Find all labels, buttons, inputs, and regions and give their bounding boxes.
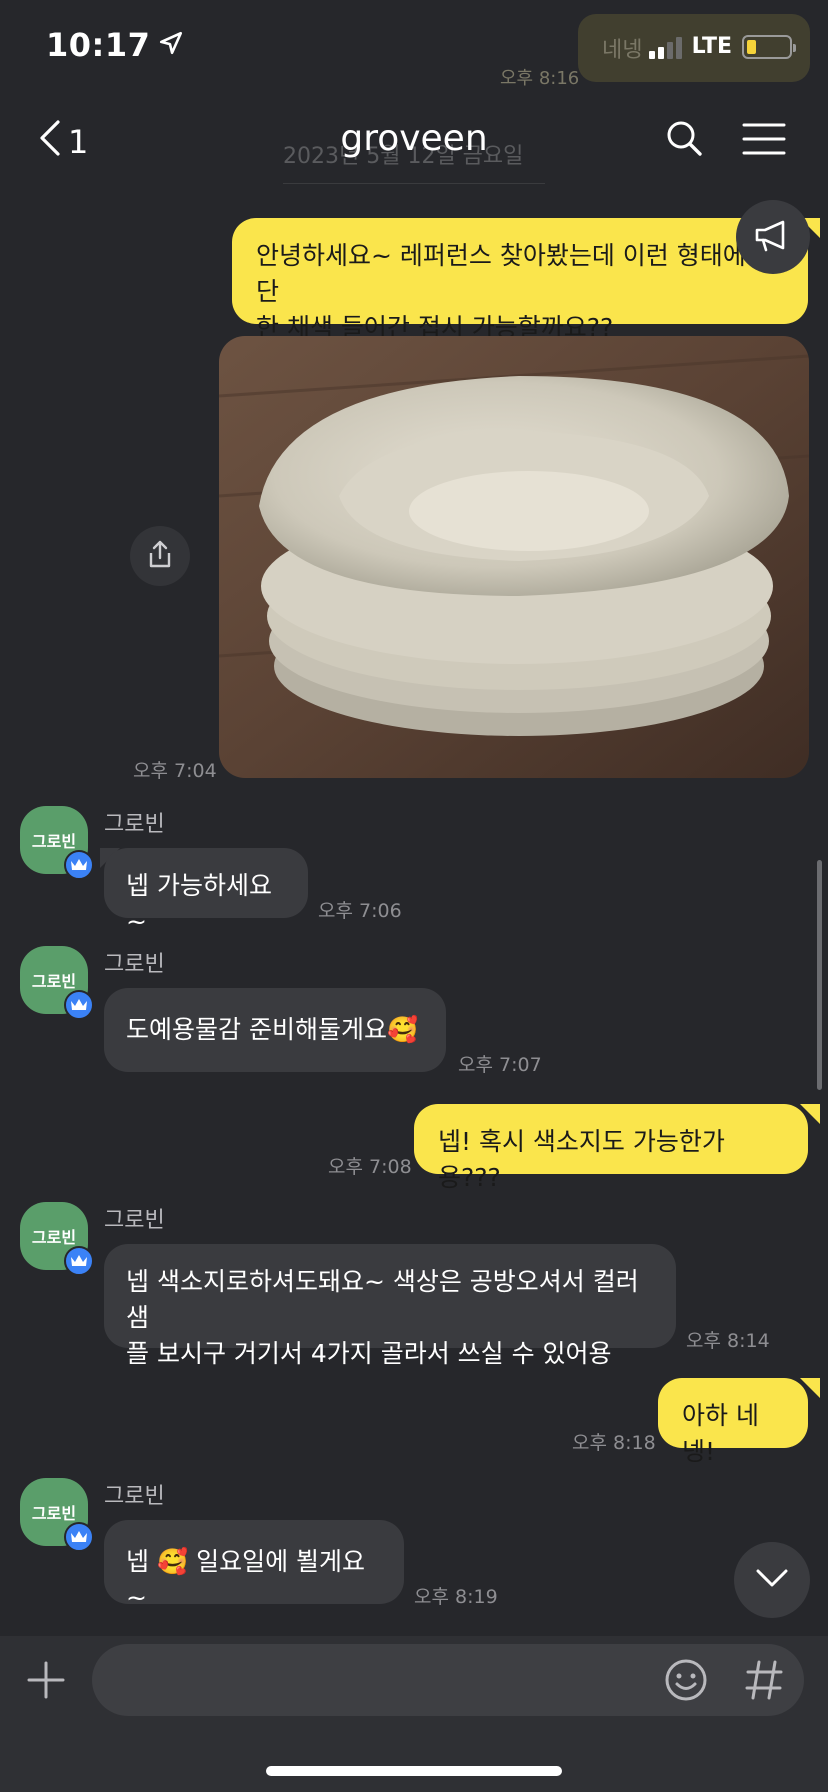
back-chevron-icon — [38, 118, 62, 166]
avatar[interactable]: 그로빈 — [20, 1478, 94, 1552]
smiling-hearts-emoji: 🥰 — [386, 1015, 419, 1044]
share-icon — [146, 539, 174, 573]
message-text: 넵 — [126, 1547, 150, 1576]
hashtag-button[interactable] — [744, 1658, 784, 1706]
megaphone-icon — [753, 218, 793, 256]
message-time: 오후 7:08 — [328, 1156, 412, 1178]
hashtag-icon — [744, 1660, 784, 1706]
avatar-label: 그로빈 — [31, 1504, 77, 1523]
location-arrow-icon — [158, 26, 184, 64]
scrollbar[interactable] — [817, 860, 822, 1090]
status-bar-indicators: LTE — [648, 34, 796, 59]
message-text-line: 안녕하세요~ 레퍼런스 찾아봤는데 이런 형태에 간단 — [256, 241, 777, 306]
sender-name: 그로빈 — [104, 812, 165, 837]
unread-count: 1 — [68, 123, 89, 161]
message-text-line: 플 보시구 거기서 4가지 골라서 쓰실 수 있어용 — [126, 1339, 612, 1368]
other-message-bubble[interactable]: 도예용물감 준비해둘게요🥰 — [104, 988, 446, 1072]
avatar[interactable]: 그로빈 — [20, 1202, 94, 1276]
emoji-icon — [664, 1659, 708, 1706]
ghost-time: 오후 8:16 — [500, 68, 580, 89]
avatar[interactable]: 그로빈 — [20, 806, 94, 880]
message-text: 넵! 혹시 색소지도 가능한가용??? — [438, 1127, 725, 1192]
crown-icon — [64, 850, 94, 880]
share-button[interactable] — [130, 526, 190, 586]
sender-name: 그로빈 — [104, 1208, 165, 1233]
message-text: 도예용물감 준비해둘게요 — [126, 1015, 387, 1044]
message-time: 오후 8:19 — [414, 1586, 498, 1608]
plus-icon — [26, 1661, 66, 1704]
message-time: 오후 7:06 — [318, 900, 402, 922]
other-message-bubble[interactable]: 넵 색소지로하셔도돼요~ 색상은 공방오셔서 컬러샘 플 보시구 거기서 4가지… — [104, 1244, 676, 1368]
message-time: 오후 8:14 — [686, 1330, 770, 1352]
signal-icon — [648, 35, 682, 59]
message-time: 오후 7:04 — [133, 760, 217, 782]
emoji-button[interactable] — [664, 1658, 708, 1706]
other-message-bubble[interactable]: 넵 가능하세요~ — [104, 848, 308, 936]
message-text: 아하 네넹! — [682, 1401, 759, 1466]
other-message-bubble[interactable]: 넵 🥰 일요일에 뵐게요~ — [104, 1520, 404, 1612]
network-label: LTE — [691, 34, 732, 59]
status-time-text: 10:17 — [46, 26, 151, 64]
chevron-down-icon — [755, 1568, 789, 1592]
attach-button[interactable] — [26, 1660, 66, 1704]
message-time: 오후 7:07 — [458, 1054, 542, 1076]
menu-button[interactable] — [742, 122, 786, 160]
my-message-bubble[interactable]: 넵! 혹시 색소지도 가능한가용??? — [414, 1104, 808, 1192]
smiling-hearts-emoji: 🥰 — [156, 1547, 189, 1576]
avatar[interactable]: 그로빈 — [20, 946, 94, 1020]
message-time: 오후 8:18 — [572, 1432, 656, 1454]
avatar-label: 그로빈 — [31, 832, 77, 851]
menu-icon — [742, 123, 786, 160]
plate-stack-image — [219, 336, 809, 778]
search-button[interactable] — [664, 118, 704, 162]
search-icon — [664, 121, 704, 162]
sender-name: 그로빈 — [104, 952, 165, 977]
notice-button[interactable] — [736, 200, 810, 274]
message-text-line: 넵 색소지로하셔도돼요~ 색상은 공방오셔서 컬러샘 — [126, 1267, 639, 1332]
shared-photo[interactable] — [219, 336, 809, 778]
crown-icon — [64, 1522, 94, 1552]
avatar-label: 그로빈 — [31, 972, 77, 991]
home-indicator[interactable] — [266, 1766, 562, 1776]
battery-icon — [742, 34, 796, 59]
ghost-bubble-text: 네넹 — [602, 38, 643, 63]
status-bar-time: 10:17 — [46, 26, 184, 64]
my-message-bubble[interactable]: 안녕하세요~ 레퍼런스 찾아봤는데 이런 형태에 간단 한 채색 들어간 접시 … — [232, 218, 808, 342]
back-button[interactable]: 1 — [38, 118, 88, 166]
scroll-to-bottom-button[interactable] — [734, 1542, 810, 1618]
sender-name: 그로빈 — [104, 1484, 165, 1509]
crown-icon — [64, 990, 94, 1020]
message-text: 넵 가능하세요~ — [126, 871, 272, 936]
avatar-label: 그로빈 — [31, 1228, 77, 1247]
my-message-bubble[interactable]: 아하 네넹! — [658, 1378, 808, 1466]
crown-icon — [64, 1246, 94, 1276]
